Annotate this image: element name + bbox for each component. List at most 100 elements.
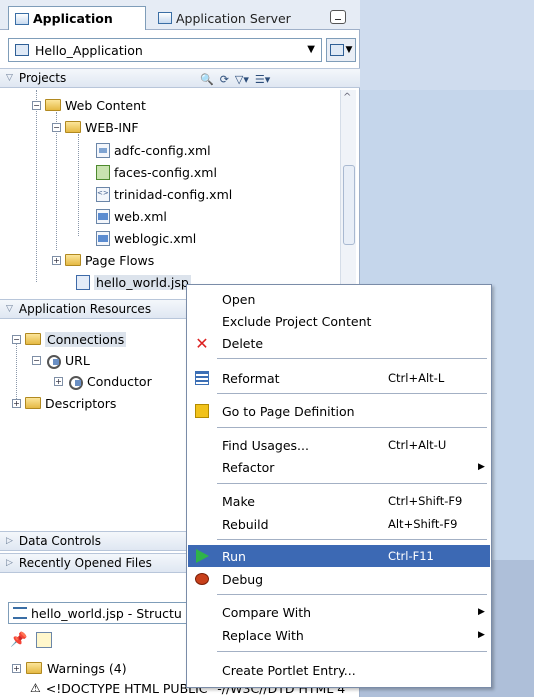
expand-icon: ▷ <box>6 558 13 568</box>
tree-node-label: WEB-INF <box>85 119 139 135</box>
tree-node-web-xml[interactable]: web.xml <box>96 205 167 227</box>
jsp-file-icon <box>76 274 90 290</box>
menu-item-label: Open <box>222 291 256 307</box>
menu-separator <box>217 651 487 652</box>
menu-item-replace-with[interactable]: Replace With ▶ <box>188 624 490 646</box>
tree-node-label: Web Content <box>65 97 146 113</box>
tree-node-conductor[interactable]: + Conductor <box>54 370 152 392</box>
collapse-icon[interactable]: − <box>32 355 41 365</box>
menu-item-go-to-page-definition[interactable]: Go to Page Definition <box>188 400 490 422</box>
folder-icon <box>25 333 41 345</box>
submenu-arrow-icon: ▶ <box>478 630 485 640</box>
tree-node-faces-config[interactable]: faces-config.xml <box>96 161 217 183</box>
menu-item-label: Exclude Project Content <box>222 313 372 329</box>
tab-application-server[interactable]: Application Server <box>152 6 302 30</box>
reformat-icon <box>193 370 211 386</box>
tab-application-server-label: Application Server <box>176 10 291 26</box>
tree-node-page-flows[interactable]: + Page Flows <box>52 249 154 271</box>
application-menu-button[interactable]: ▼ <box>326 38 356 62</box>
menu-item-run[interactable]: Run Ctrl-F11 <box>188 545 490 567</box>
menu-item-rebuild[interactable]: Rebuild Alt+Shift-F9 <box>188 513 490 535</box>
navigator-display-options-icon[interactable]: ☰▾ <box>255 73 270 86</box>
tree-node-label: weblogic.xml <box>114 230 197 246</box>
debug-icon <box>193 571 211 587</box>
expand-icon[interactable]: + <box>54 376 63 386</box>
menu-item-find-usages[interactable]: Find Usages... Ctrl+Alt-U <box>188 434 490 456</box>
tree-node-hello-world-jsp[interactable]: hello_world.jsp <box>76 271 191 293</box>
refresh-icon[interactable]: ⟳ <box>220 73 229 86</box>
menu-separator <box>217 539 487 540</box>
tree-node-adfc-config[interactable]: adfc-config.xml <box>96 139 211 161</box>
folder-icon <box>65 121 81 133</box>
page-definition-icon <box>193 403 211 419</box>
web-descriptor-icon <box>96 208 110 224</box>
tree-node-label: web.xml <box>114 208 167 224</box>
menu-item-debug[interactable]: Debug <box>188 568 490 590</box>
application-dropdown[interactable]: Hello_Application ▼ <box>8 38 322 62</box>
tree-guide <box>78 134 79 236</box>
menu-item-compare-with[interactable]: Compare With ▶ <box>188 601 490 623</box>
menu-item-label: Debug <box>222 571 264 587</box>
tree-node-label: Conductor <box>87 373 152 389</box>
expand-icon[interactable]: + <box>12 398 21 408</box>
tree-node-descriptors[interactable]: + Descriptors <box>12 392 116 414</box>
run-icon <box>193 548 211 564</box>
projects-scrollbar[interactable]: ^ <box>340 90 356 285</box>
menu-item-create-portlet-entry[interactable]: Create Portlet Entry... <box>188 659 490 681</box>
collapse-icon[interactable]: − <box>32 100 41 110</box>
projects-header[interactable]: ▽ Projects 🔍 ⟳ ▽▾ ☰▾ <box>0 68 360 88</box>
search-icon[interactable]: 🔍 <box>200 73 214 86</box>
projects-tree: − Web Content − WEB-INF adfc-config.xml … <box>0 90 340 295</box>
filter-icon[interactable]: ▽▾ <box>235 73 249 86</box>
structure-tab-label: hello_world.jsp - Structu <box>31 605 182 621</box>
structure-toolbar: 📌 <box>10 632 52 648</box>
application-icon <box>15 44 29 56</box>
menu-separator <box>217 393 487 394</box>
folder-icon <box>45 99 61 111</box>
menu-item-exclude-project-content[interactable]: Exclude Project Content <box>188 310 490 332</box>
menu-item-reformat[interactable]: Reformat Ctrl+Alt-L <box>188 367 490 389</box>
structure-node-warnings[interactable]: + Warnings (4) <box>12 658 127 678</box>
expand-icon[interactable]: + <box>52 255 61 265</box>
expand-icon[interactable]: + <box>12 663 21 673</box>
scroll-thumb[interactable] <box>343 165 355 245</box>
menu-item-open[interactable]: Open <box>188 288 490 310</box>
collapse-icon[interactable]: − <box>12 334 21 344</box>
tree-node-web-inf[interactable]: − WEB-INF <box>52 116 139 138</box>
menu-item-label: Go to Page Definition <box>222 403 355 419</box>
data-controls-label: Data Controls <box>18 534 102 548</box>
tree-guide <box>36 90 37 282</box>
menu-separator <box>217 427 487 428</box>
menu-separator <box>217 358 487 359</box>
folder-icon <box>26 662 42 674</box>
minimize-button[interactable] <box>330 10 346 24</box>
menu-item-refactor[interactable]: Refactor ▶ <box>188 456 490 478</box>
tree-node-web-content[interactable]: − Web Content <box>32 94 146 116</box>
submenu-arrow-icon: ▶ <box>478 462 485 472</box>
tab-application[interactable]: Application <box>8 6 146 30</box>
structure-tab[interactable]: hello_world.jsp - Structu <box>8 602 198 624</box>
menu-item-label: Create Portlet Entry... <box>222 662 356 678</box>
folder-icon <box>65 254 81 266</box>
tree-node-weblogic-xml[interactable]: weblogic.xml <box>96 227 196 249</box>
menu-item-shortcut: Ctrl+Alt-L <box>388 371 445 385</box>
tree-node-trinidad-config[interactable]: trinidad-config.xml <box>96 183 232 205</box>
tree-node-label: trinidad-config.xml <box>114 186 233 202</box>
connection-icon <box>45 354 61 369</box>
properties-icon[interactable] <box>36 632 52 648</box>
tree-node-label: hello_world.jsp <box>94 274 191 290</box>
menu-item-label: Reformat <box>222 370 280 386</box>
tree-node-url[interactable]: − URL <box>32 349 90 371</box>
collapse-icon[interactable]: − <box>52 122 61 132</box>
scroll-up-icon[interactable]: ^ <box>343 92 351 103</box>
projects-header-label: Projects <box>18 71 67 85</box>
menu-item-delete[interactable]: ✕ Delete <box>188 332 490 354</box>
tree-node-label: Page Flows <box>85 252 155 268</box>
menu-item-label: Replace With <box>222 627 304 643</box>
menu-item-label: Run <box>222 548 246 564</box>
menu-item-make[interactable]: Make Ctrl+Shift-F9 <box>188 490 490 512</box>
workspace-band-top <box>360 0 534 90</box>
tree-node-connections[interactable]: − Connections <box>12 328 127 350</box>
pin-icon[interactable]: 📌 <box>10 632 27 648</box>
menu-item-shortcut: Ctrl-F11 <box>388 549 434 563</box>
